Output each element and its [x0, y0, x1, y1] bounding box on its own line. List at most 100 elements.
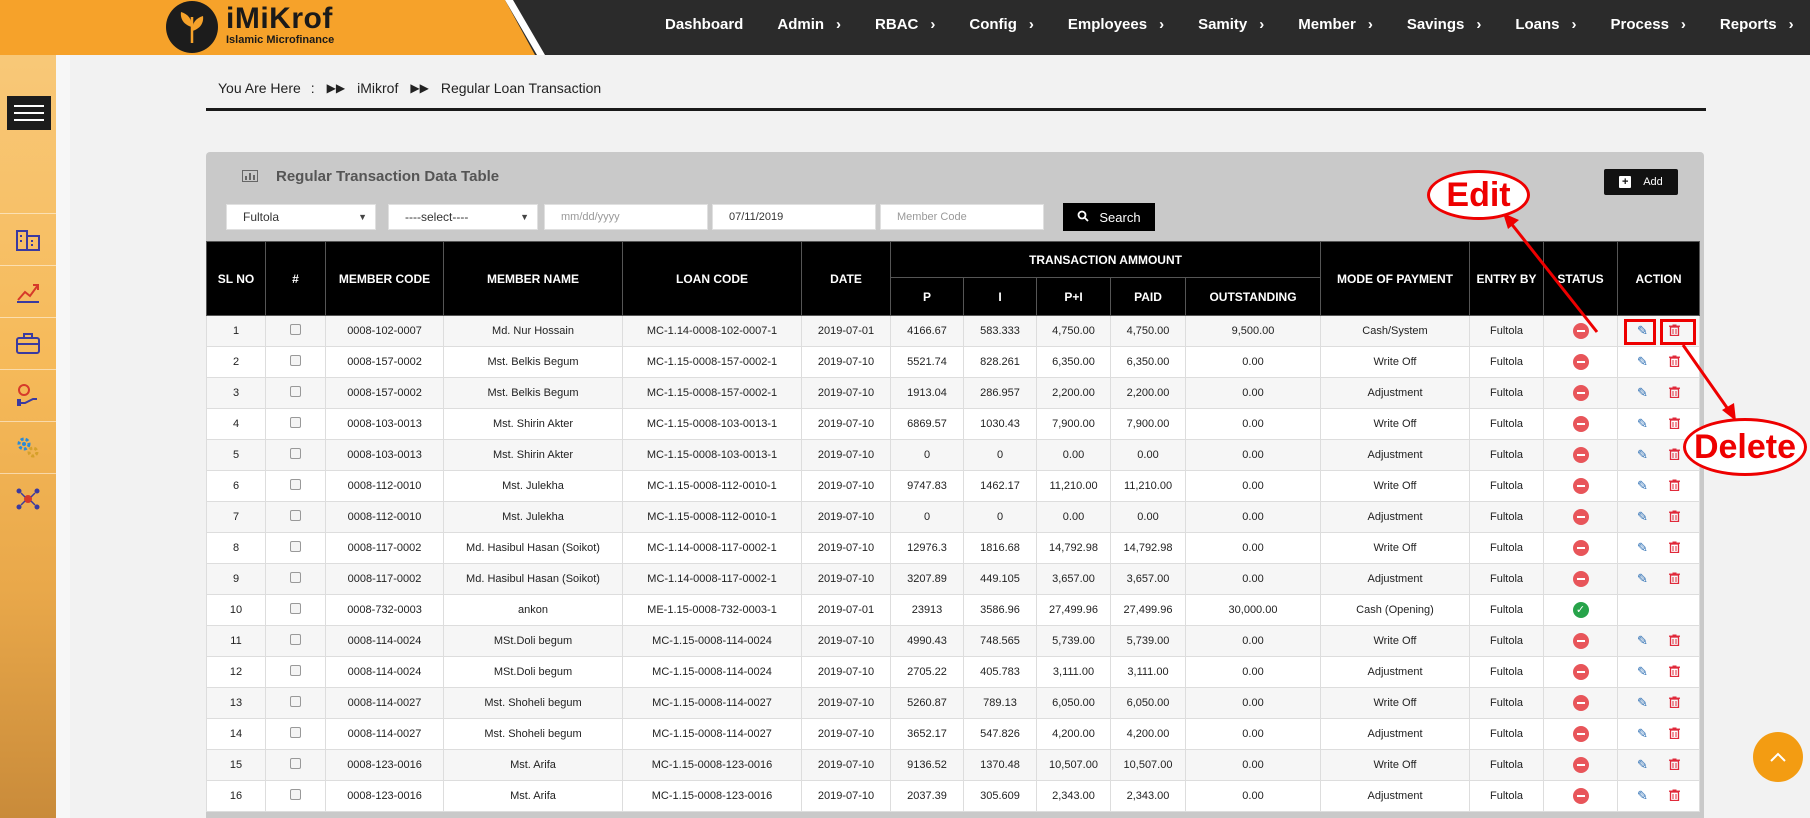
member-code-input[interactable]: Member Code [880, 204, 1044, 230]
row-checkbox[interactable] [290, 417, 301, 428]
search-button[interactable]: Search [1063, 203, 1155, 231]
row-checkbox[interactable] [290, 603, 301, 614]
delete-trash-icon[interactable] [1665, 479, 1685, 494]
cell-pi: 2,343.00 [1036, 780, 1111, 812]
nav-item-label: Admin [777, 15, 825, 33]
row-checkbox-cell [265, 780, 326, 812]
row-checkbox[interactable] [290, 696, 301, 707]
delete-trash-icon[interactable] [1665, 696, 1685, 711]
cell-mode: Write Off [1320, 749, 1470, 781]
type-select[interactable]: ----select---- [388, 204, 538, 230]
delete-trash-icon[interactable] [1665, 386, 1685, 401]
nav-item-process[interactable]: Process › [1611, 16, 1686, 33]
row-checkbox[interactable] [290, 789, 301, 800]
nav-item-loans[interactable]: Loans › [1515, 16, 1576, 33]
row-checkbox[interactable] [290, 355, 301, 366]
cell-i: 305.609 [963, 780, 1037, 812]
edit-icon[interactable]: ✎ [1633, 478, 1653, 494]
network-icon[interactable] [0, 473, 56, 524]
edit-icon[interactable]: ✎ [1633, 695, 1653, 711]
edit-icon[interactable]: ✎ [1633, 633, 1653, 649]
row-checkbox[interactable] [290, 665, 301, 676]
table-row: 13 0008-114-0027 Mst. Shoheli begum MC-1.15… [206, 687, 1700, 719]
cell-member-name: Md. Nur Hossain [443, 315, 623, 347]
row-checkbox[interactable] [290, 324, 301, 335]
status-inactive-minus-icon [1572, 323, 1589, 339]
cell-pi: 4,200.00 [1036, 718, 1111, 750]
edit-icon[interactable]: ✎ [1633, 664, 1653, 680]
edit-icon[interactable]: ✎ [1633, 757, 1653, 773]
cell-member-code: 0008-117-0002 [325, 532, 444, 564]
cell-outstanding: 0.00 [1185, 687, 1321, 719]
scroll-to-top-button[interactable] [1753, 732, 1803, 782]
row-checkbox[interactable] [290, 758, 301, 769]
status-cell [1543, 377, 1618, 409]
header-paid: PAID [1110, 277, 1186, 316]
logo-icon[interactable] [166, 1, 218, 53]
row-checkbox[interactable] [290, 541, 301, 552]
edit-icon[interactable]: ✎ [1633, 726, 1653, 742]
delete-trash-icon[interactable] [1665, 448, 1685, 463]
delete-trash-icon[interactable] [1665, 789, 1685, 804]
cell-entry-by: Fultola [1469, 532, 1544, 564]
brand-title[interactable]: iMiKrof [226, 2, 333, 36]
cell-sl: 15 [206, 749, 266, 781]
row-checkbox[interactable] [290, 448, 301, 459]
edit-icon[interactable]: ✎ [1633, 416, 1653, 432]
delete-trash-icon[interactable] [1665, 665, 1685, 680]
nav-item-samity[interactable]: Samity › [1198, 16, 1264, 33]
cell-p: 4990.43 [890, 625, 964, 657]
delete-trash-icon[interactable] [1665, 758, 1685, 773]
edit-icon[interactable]: ✎ [1633, 788, 1653, 804]
row-checkbox[interactable] [290, 510, 301, 521]
row-checkbox-cell [265, 563, 326, 595]
nav-item-savings[interactable]: Savings › [1407, 16, 1482, 33]
edit-icon[interactable]: ✎ [1633, 571, 1653, 587]
cell-member-code: 0008-103-0013 [325, 439, 444, 471]
delete-trash-icon[interactable] [1665, 355, 1685, 370]
row-checkbox[interactable] [290, 386, 301, 397]
delete-trash-icon[interactable] [1665, 572, 1685, 587]
row-checkbox[interactable] [290, 727, 301, 738]
delete-trash-icon[interactable] [1665, 541, 1685, 556]
chevron-right-icon: › [1476, 15, 1482, 33]
briefcase-icon[interactable] [0, 317, 56, 368]
nav-item-dashboard[interactable]: Dashboard [665, 16, 743, 33]
row-checkbox[interactable] [290, 634, 301, 645]
edit-icon[interactable]: ✎ [1633, 540, 1653, 556]
status-cell [1543, 656, 1618, 688]
status-active-check-icon: ✓ [1572, 602, 1589, 618]
edit-icon[interactable]: ✎ [1633, 354, 1653, 370]
breadcrumb-item-imikrof[interactable]: iMikrof [357, 80, 398, 96]
nav-item-employees[interactable]: Employees › [1068, 16, 1164, 33]
row-checkbox[interactable] [290, 479, 301, 490]
status-cell [1543, 563, 1618, 595]
branch-select[interactable]: Fultola [226, 204, 376, 230]
delete-trash-icon[interactable] [1665, 417, 1685, 432]
edit-icon[interactable]: ✎ [1633, 509, 1653, 525]
building-icon[interactable] [0, 213, 56, 264]
nav-item-admin[interactable]: Admin › [777, 16, 841, 33]
settings-gears-icon[interactable] [0, 421, 56, 472]
delete-trash-icon[interactable] [1665, 510, 1685, 525]
nav-item-rbac[interactable]: RBAC › [875, 16, 935, 33]
row-checkbox-cell [265, 439, 326, 471]
status-cell [1543, 749, 1618, 781]
nav-item-reports[interactable]: Reports › [1720, 16, 1794, 33]
nav-item-config[interactable]: Config › [969, 16, 1033, 33]
add-button[interactable]: + Add [1604, 169, 1678, 195]
edit-annotation-label: Edit [1427, 170, 1530, 220]
table-row: 14 0008-114-0027 Mst. Shoheli begum MC-1.15… [206, 718, 1700, 750]
cell-mode: Adjustment [1320, 563, 1470, 595]
hamburger-menu-icon[interactable] [7, 96, 51, 130]
delete-trash-icon[interactable] [1665, 634, 1685, 649]
delete-trash-icon[interactable] [1665, 727, 1685, 742]
chart-growth-icon[interactable] [0, 265, 56, 316]
edit-icon[interactable]: ✎ [1633, 385, 1653, 401]
edit-icon[interactable]: ✎ [1633, 447, 1653, 463]
hand-money-icon[interactable] [0, 369, 56, 420]
row-checkbox[interactable] [290, 572, 301, 583]
nav-item-member[interactable]: Member › [1298, 16, 1373, 33]
date-from-input[interactable]: mm/dd/yyyy [544, 204, 708, 230]
date-to-input[interactable]: 07/11/2019 [712, 204, 876, 230]
